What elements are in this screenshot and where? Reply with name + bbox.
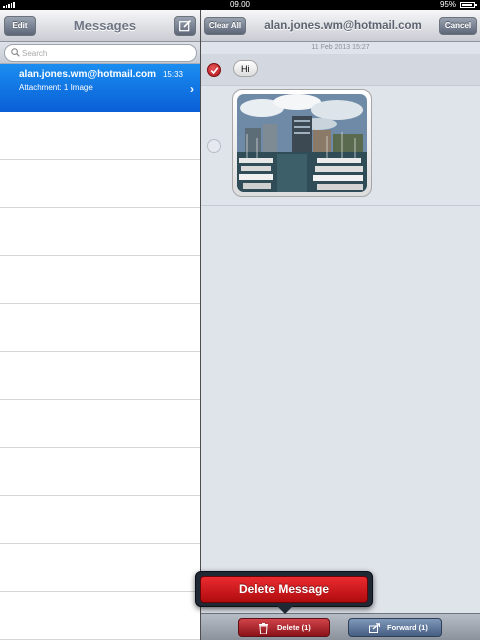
compose-button[interactable] [174, 16, 196, 36]
conversation-nav-bar: Clear All alan.jones.wm@hotmail.com Canc… [201, 10, 480, 42]
clear-all-button[interactable]: Clear All [204, 17, 246, 35]
chevron-right-icon: › [190, 82, 194, 96]
list-item [0, 352, 200, 400]
messages-nav-bar: Edit Messages [0, 10, 200, 42]
forward-icon [369, 623, 380, 633]
image-attachment-bubble[interactable] [232, 89, 372, 197]
photo-harbour-image [237, 94, 367, 192]
list-item [0, 400, 200, 448]
search-input[interactable] [22, 46, 182, 60]
list-item [0, 160, 200, 208]
list-item [0, 304, 200, 352]
list-item [0, 256, 200, 304]
battery-percent: 95% [439, 0, 456, 9]
list-item [0, 112, 200, 160]
list-item [0, 448, 200, 496]
conversation-preview: Attachment: 1 Image [19, 83, 93, 92]
edit-button[interactable]: Edit [4, 16, 36, 36]
message-row-selected[interactable]: Hi [201, 54, 480, 86]
delete-button[interactable]: Delete (1) [238, 618, 330, 637]
list-item [0, 208, 200, 256]
page-title: Messages [73, 18, 137, 33]
conversation-sender: alan.jones.wm@hotmail.com [19, 69, 157, 80]
forward-button[interactable]: Forward (1) [348, 618, 442, 637]
conversation-title: alan.jones.wm@hotmail.com [264, 20, 422, 32]
list-item [0, 544, 200, 592]
conversation-list-empty [0, 112, 200, 640]
battery-icon [460, 2, 477, 8]
delete-message-button[interactable]: Delete Message [200, 576, 368, 603]
message-row-image[interactable] [201, 86, 480, 206]
conversation-time: 15:33 [162, 70, 183, 79]
delete-confirmation-popover: Delete Message [195, 571, 373, 607]
conversation-pane: Clear All alan.jones.wm@hotmail.com Canc… [201, 10, 480, 640]
forward-button-label: Forward (1) [387, 623, 428, 632]
list-item [0, 496, 200, 544]
status-bar: 09.00 95% [0, 0, 480, 10]
list-item [0, 592, 200, 640]
checkmark-selected-icon[interactable] [207, 63, 221, 77]
compose-icon [179, 20, 192, 32]
trash-icon [259, 623, 268, 634]
checkmark-unselected-icon[interactable] [207, 139, 221, 153]
conversation-item-selected[interactable]: alan.jones.wm@hotmail.com 15:33 Attachme… [0, 64, 200, 112]
cancel-button[interactable]: Cancel [439, 17, 477, 35]
delete-button-label: Delete (1) [277, 623, 311, 632]
message-date: 11 Feb 2013 15:27 [311, 44, 370, 51]
search-bar [0, 42, 200, 64]
messages-list-pane: Edit Messages alan.jones.wm@hotmail.com … [0, 10, 200, 640]
search-field[interactable] [4, 44, 197, 62]
search-icon [11, 48, 20, 57]
popover-arrow [276, 605, 294, 614]
message-bubble[interactable]: Hi [233, 60, 258, 77]
edit-toolbar: Delete (1) Forward (1) [201, 613, 480, 640]
status-time: 09.00 [229, 0, 251, 9]
